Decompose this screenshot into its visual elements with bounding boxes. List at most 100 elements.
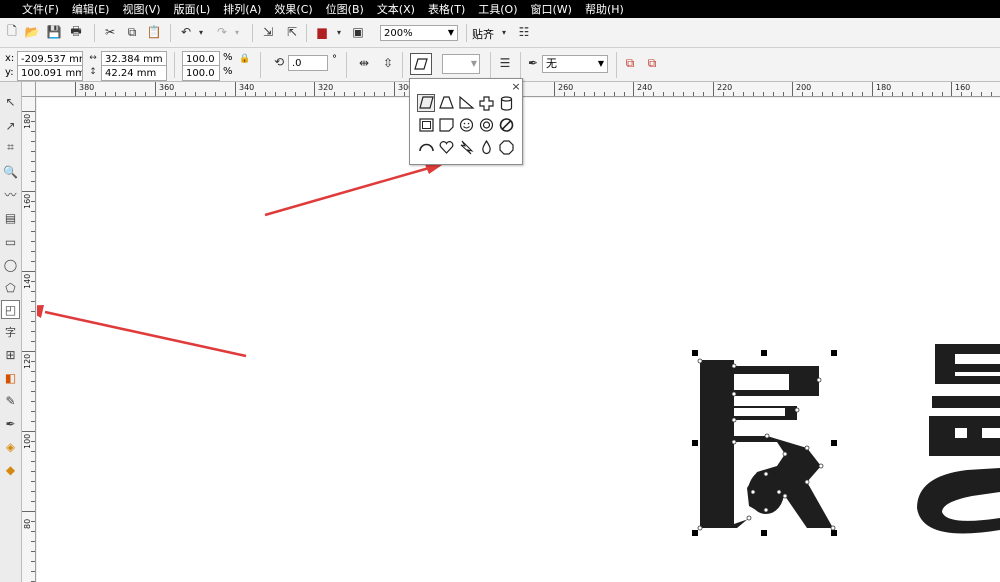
shape-tool-icon[interactable]: ↗ bbox=[1, 116, 20, 135]
right-triangle-icon bbox=[458, 95, 475, 109]
zoom-level-select[interactable]: 200% ▼ bbox=[380, 25, 458, 41]
to-front-icon[interactable]: ⧉ bbox=[622, 55, 638, 71]
menu-item[interactable]: 帮助(H) bbox=[585, 1, 624, 17]
menu-item[interactable]: 文本(X) bbox=[377, 1, 415, 17]
save-icon[interactable]: 💾 bbox=[46, 24, 62, 40]
property-bar: x: -209.537 mm y: 100.091 mm ↔ 32.384 mm… bbox=[0, 48, 1000, 82]
paste-icon[interactable]: 📋 bbox=[146, 24, 162, 40]
ruler-tick-label: 160 bbox=[955, 83, 971, 92]
shape-option-arc[interactable] bbox=[417, 138, 435, 156]
launcher-dropdown-icon[interactable]: ▾ bbox=[334, 24, 344, 40]
height-field[interactable]: 42.24 mm bbox=[101, 65, 167, 81]
polygon-tool-icon[interactable]: ⬠ bbox=[1, 278, 20, 297]
cross-icon bbox=[478, 96, 494, 111]
shape-option-right-triangle[interactable] bbox=[457, 94, 475, 112]
menu-item[interactable]: 编辑(E) bbox=[72, 1, 110, 17]
print-icon[interactable]: 🖶 bbox=[68, 24, 84, 40]
fill-tool-icon[interactable]: ◈ bbox=[1, 437, 20, 456]
scale-y-field[interactable]: 100.0 bbox=[182, 65, 220, 81]
drawing-canvas[interactable] bbox=[37, 98, 1000, 582]
outline-width-select[interactable]: 无 ▼ bbox=[542, 55, 608, 73]
application-launcher-icon[interactable]: ▆ bbox=[314, 24, 330, 40]
export-icon[interactable]: ⇱ bbox=[284, 24, 300, 40]
teardrop-icon bbox=[481, 139, 491, 155]
mirror-vertical-icon[interactable]: ⇳ bbox=[380, 55, 396, 71]
to-back-icon[interactable]: ⧉ bbox=[644, 55, 660, 71]
shape-option-frame[interactable] bbox=[417, 116, 435, 134]
options-icon[interactable]: ☷ bbox=[516, 24, 532, 40]
basic-shapes-tool-icon[interactable]: ◰ bbox=[1, 300, 20, 319]
redo-icon[interactable]: ↷ bbox=[214, 24, 230, 40]
ruler-tick-label: 180 bbox=[876, 83, 892, 92]
perfect-shapes-button[interactable] bbox=[410, 53, 432, 75]
snap-dropdown-icon[interactable]: ▾ bbox=[499, 24, 509, 40]
blend-tool-icon[interactable]: ◧ bbox=[1, 368, 20, 387]
shape-option-trapezoid[interactable] bbox=[437, 94, 455, 112]
canvas-artwork bbox=[37, 162, 1000, 536]
copy-icon[interactable]: ⧉ bbox=[124, 24, 140, 40]
shape-option-heart[interactable] bbox=[437, 138, 455, 156]
undo-dropdown-icon[interactable]: ▾ bbox=[196, 24, 206, 40]
shape-option-octagon[interactable] bbox=[497, 138, 515, 156]
import-icon[interactable]: ⇲ bbox=[260, 24, 276, 40]
pick-tool-icon[interactable]: ↖ bbox=[1, 92, 20, 111]
table-tool-icon[interactable]: ⊞ bbox=[1, 345, 20, 364]
text-tool-icon[interactable]: 字 bbox=[1, 322, 20, 341]
freehand-tool-icon[interactable]: 〰 bbox=[1, 185, 20, 204]
undo-icon[interactable]: ↶ bbox=[178, 24, 194, 40]
eyedropper-tool-icon[interactable]: ✎ bbox=[1, 391, 20, 410]
ruler-tick-label: 260 bbox=[558, 83, 574, 92]
ruler-tick-label: 220 bbox=[717, 83, 733, 92]
shape-option-parallelogram[interactable] bbox=[417, 94, 435, 112]
no-sign-icon bbox=[499, 118, 513, 132]
width-icon: ↔ bbox=[89, 53, 97, 63]
annotation-arrow-to-tool bbox=[44, 310, 247, 358]
shape-option-teardrop[interactable] bbox=[477, 138, 495, 156]
fill-color-picker[interactable]: ▼ bbox=[442, 54, 480, 74]
menu-item[interactable]: 窗口(W) bbox=[531, 1, 572, 17]
shape-option-no-sign[interactable] bbox=[497, 116, 515, 134]
menu-item[interactable]: 效果(C) bbox=[274, 1, 312, 17]
vertical-ruler[interactable]: 180 160 140 120 100 80 bbox=[22, 97, 36, 582]
ellipse-tool-icon[interactable]: ◯ bbox=[1, 255, 20, 274]
menu-item[interactable]: 位图(B) bbox=[326, 1, 364, 17]
close-flyout-button[interactable]: × bbox=[510, 80, 522, 93]
shape-option-cylinder[interactable] bbox=[497, 94, 515, 112]
shape-option-lightning[interactable] bbox=[457, 138, 475, 156]
parallelogram-icon bbox=[414, 58, 428, 70]
menu-item[interactable]: 视图(V) bbox=[122, 1, 160, 17]
menu-item[interactable]: 工具(O) bbox=[478, 1, 517, 17]
cut-icon[interactable]: ✂ bbox=[102, 24, 118, 40]
outline-tool-icon[interactable]: ✒ bbox=[1, 414, 20, 433]
snap-to-menu[interactable]: 贴齐 bbox=[472, 26, 494, 42]
percent-y-label: % bbox=[223, 66, 233, 77]
shape-option-cross[interactable] bbox=[477, 94, 495, 112]
menu-bar: 文件(F) 编辑(E) 视图(V) 版面(L) 排列(A) 效果(C) 位图(B) 文本(X)… bbox=[0, 0, 1000, 18]
crop-tool-icon[interactable]: ⌗ bbox=[1, 138, 20, 157]
shape-option-folded-corner[interactable] bbox=[437, 116, 455, 134]
welcome-screen-icon[interactable]: ▣ bbox=[350, 24, 366, 40]
redo-dropdown-icon[interactable]: ▾ bbox=[232, 24, 242, 40]
rotation-angle-field[interactable]: .0 bbox=[288, 55, 328, 71]
zoom-tool-icon[interactable]: 🔍 bbox=[1, 162, 20, 181]
height-icon: ↕ bbox=[89, 67, 97, 77]
ruler-origin[interactable] bbox=[22, 82, 36, 97]
menu-item[interactable]: 版面(L) bbox=[174, 1, 211, 17]
lock-ratio-icon[interactable]: 🔒 bbox=[239, 53, 251, 65]
wrap-text-icon[interactable]: ☰ bbox=[497, 55, 513, 71]
rectangle-tool-icon[interactable]: ▭ bbox=[1, 232, 20, 251]
new-document-icon[interactable]: 🗋 bbox=[4, 24, 20, 40]
outline-width-value: 无 bbox=[546, 57, 557, 70]
shape-option-smiley[interactable] bbox=[457, 116, 475, 134]
smart-fill-icon[interactable]: ▤ bbox=[1, 208, 20, 227]
y-position-field[interactable]: 100.091 mm bbox=[17, 65, 83, 81]
menu-item[interactable]: 表格(T) bbox=[428, 1, 465, 17]
menu-item[interactable]: 排列(A) bbox=[223, 1, 261, 17]
interactive-fill-icon[interactable]: ◆ bbox=[1, 460, 20, 479]
second-character-shape bbox=[917, 344, 1000, 534]
lightning-icon bbox=[460, 140, 474, 155]
menu-item[interactable]: 文件(F) bbox=[22, 1, 59, 17]
shape-option-donut[interactable] bbox=[477, 116, 495, 134]
open-icon[interactable]: 📂 bbox=[24, 24, 40, 40]
mirror-horizontal-icon[interactable]: ⇹ bbox=[356, 55, 372, 71]
